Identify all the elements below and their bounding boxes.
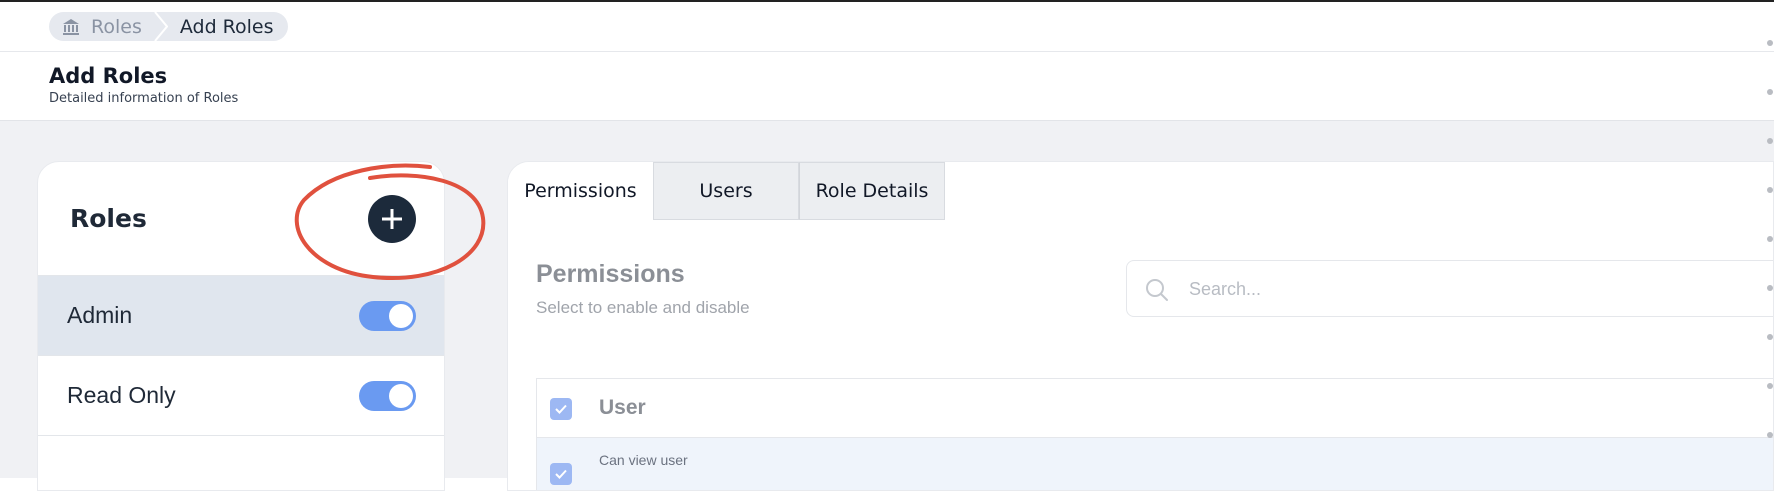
check-icon <box>555 404 567 414</box>
role-toggle[interactable] <box>359 301 416 331</box>
role-item-admin[interactable]: Admin <box>38 275 444 355</box>
divider <box>0 51 1774 52</box>
breadcrumb-roles-link[interactable]: Roles <box>91 16 142 38</box>
roles-title: Roles <box>70 204 147 233</box>
plus-icon <box>382 209 402 229</box>
add-role-button[interactable] <box>368 195 416 243</box>
search-icon <box>1146 279 1168 301</box>
role-item-label: Read Only <box>67 382 176 408</box>
tab-permissions[interactable]: Permissions <box>508 162 653 220</box>
bank-icon[interactable] <box>61 17 81 37</box>
group-label: User <box>599 396 646 419</box>
tab-role-details[interactable]: Role Details <box>799 162 945 220</box>
permission-label: Can view user <box>599 452 688 468</box>
permission-checkbox[interactable] <box>550 463 572 485</box>
permissions-title: Permissions <box>536 260 685 288</box>
role-item-read-only[interactable]: Read Only <box>38 355 444 435</box>
toggle-knob <box>389 384 413 408</box>
tab-users[interactable]: Users <box>653 162 799 220</box>
group-checkbox[interactable] <box>550 398 572 420</box>
permissions-subtitle: Select to enable and disable <box>536 298 750 317</box>
page-subtitle: Detailed information of Roles <box>49 91 239 106</box>
breadcrumb-current: Add Roles <box>179 15 274 38</box>
breadcrumb: Roles Add Roles <box>49 12 288 41</box>
roles-card: Roles Admin Read Only <box>37 161 445 491</box>
permission-row: Can view user <box>536 438 1773 490</box>
permissions-panel: Permissions Users Role Details Permissio… <box>507 161 1774 491</box>
top-border <box>0 0 1774 2</box>
page-title: Add Roles <box>49 64 168 88</box>
scrollbar[interactable] <box>1766 40 1774 440</box>
permission-group-user: User <box>536 378 1773 438</box>
search-input[interactable] <box>1189 275 1749 303</box>
role-item-label: Admin <box>67 302 133 328</box>
breadcrumb-separator <box>154 12 168 41</box>
check-icon <box>555 469 567 479</box>
toggle-knob <box>389 304 413 328</box>
tab-bar: Permissions Users Role Details <box>508 162 945 220</box>
role-item-empty <box>38 435 444 490</box>
role-toggle[interactable] <box>359 381 416 411</box>
search-box <box>1126 260 1773 317</box>
